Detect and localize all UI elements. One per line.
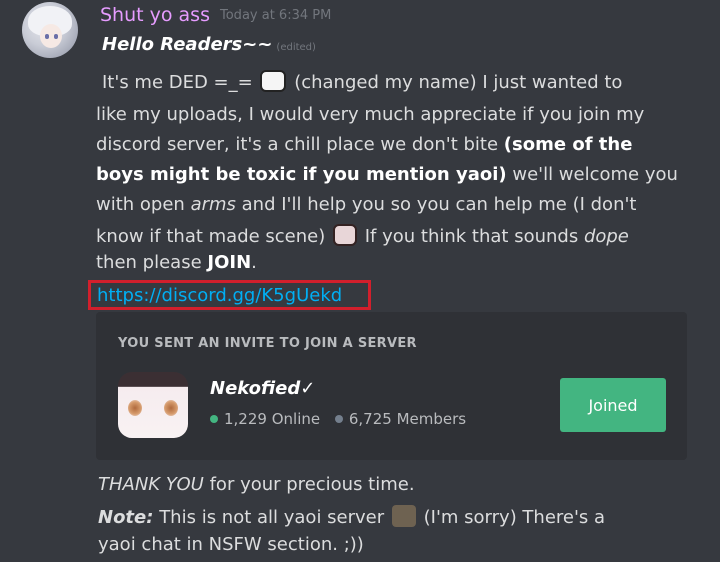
server-stats: 1,229 Online 6,725 Members — [210, 410, 466, 428]
note-label: Note: — [98, 507, 154, 528]
italic-text: dope — [583, 226, 629, 247]
line-text: It's me DED =_= — [102, 72, 253, 93]
server-icon[interactable] — [118, 372, 188, 438]
avatar-face — [40, 24, 62, 48]
invite-header: YOU SENT AN INVITE TO JOIN A SERVER — [118, 336, 417, 351]
line-text: . — [251, 252, 257, 273]
italic-text: arms — [190, 194, 236, 215]
timestamp: Today at 6:34 PM — [220, 8, 332, 23]
message-title: Hello Readers~~ (edited) — [102, 34, 316, 55]
invite-link[interactable]: https://discord.gg/K5gUekd — [97, 285, 342, 306]
bold-text: JOIN — [207, 252, 252, 273]
message-line-5: with open arms and I'll help you so you … — [96, 194, 636, 216]
bold-text: (some of the — [503, 134, 633, 155]
title-text: Hello Readers~~ — [102, 34, 273, 55]
username[interactable]: Shut yo ass — [100, 4, 210, 26]
online-count: 1,229 Online — [224, 410, 321, 428]
line-text: like my uploads, I would very much appre… — [96, 104, 645, 125]
line-text: yaoi chat in NSFW section. ;)) — [98, 534, 364, 555]
message-line-4: boys might be toxic if you mention yaoi)… — [96, 164, 678, 186]
message-line-3: discord server, it's a chill place we do… — [96, 134, 632, 156]
members-dot-icon — [334, 415, 343, 423]
line-text: know if that made scene) — [96, 226, 326, 247]
server-invite-card: YOU SENT AN INVITE TO JOIN A SERVER Neko… — [96, 312, 687, 460]
line-text: we'll welcome you — [512, 164, 678, 185]
bold-text: boys might be toxic if you mention yaoi) — [96, 164, 507, 185]
online-dot-icon — [210, 415, 218, 423]
line-text: for your precious time. — [209, 474, 415, 495]
line-text: If you think that sounds — [364, 226, 579, 247]
italic-text: THANK YOU — [98, 474, 204, 495]
avatar[interactable] — [22, 2, 78, 58]
note-line: Note: This is not all yaoi server (I'm s… — [98, 505, 605, 529]
server-name[interactable]: Nekofied✓ — [210, 378, 315, 399]
server-icon-eye — [128, 400, 142, 416]
line-text: (I'm sorry) There's a — [423, 507, 606, 528]
message-line-2: like my uploads, I would very much appre… — [96, 104, 644, 126]
line-text: then please — [96, 252, 202, 273]
kitten-photo-emoji — [391, 505, 416, 527]
blushing-cat-emoji — [333, 224, 357, 246]
avatar-eye — [54, 34, 58, 39]
line-text: This is not all yaoi server — [159, 507, 385, 528]
joined-button[interactable]: Joined — [560, 378, 666, 432]
line-text: and I'll help you so you can help me (I … — [241, 194, 637, 215]
line-text: with open — [96, 194, 185, 215]
thanks-line: THANK YOU for your precious time. — [98, 474, 415, 496]
note-line-2: yaoi chat in NSFW section. ;)) — [98, 534, 364, 556]
member-count: 6,725 Members — [348, 410, 467, 428]
cat-emoji — [260, 70, 287, 92]
line-text: (changed my name) I just wanted to — [294, 72, 623, 93]
avatar-eye — [45, 34, 49, 39]
message-line-1: It's me DED =_= (changed my name) I just… — [102, 70, 622, 94]
message-line-6: know if that made scene) If you think th… — [96, 224, 629, 248]
link-highlight-box: https://discord.gg/K5gUekd — [88, 280, 371, 310]
server-icon-eye — [164, 400, 178, 416]
message-line-7: then please JOIN. — [96, 252, 257, 274]
edited-tag: (edited) — [276, 42, 316, 53]
line-text: discord server, it's a chill place we do… — [96, 134, 499, 155]
